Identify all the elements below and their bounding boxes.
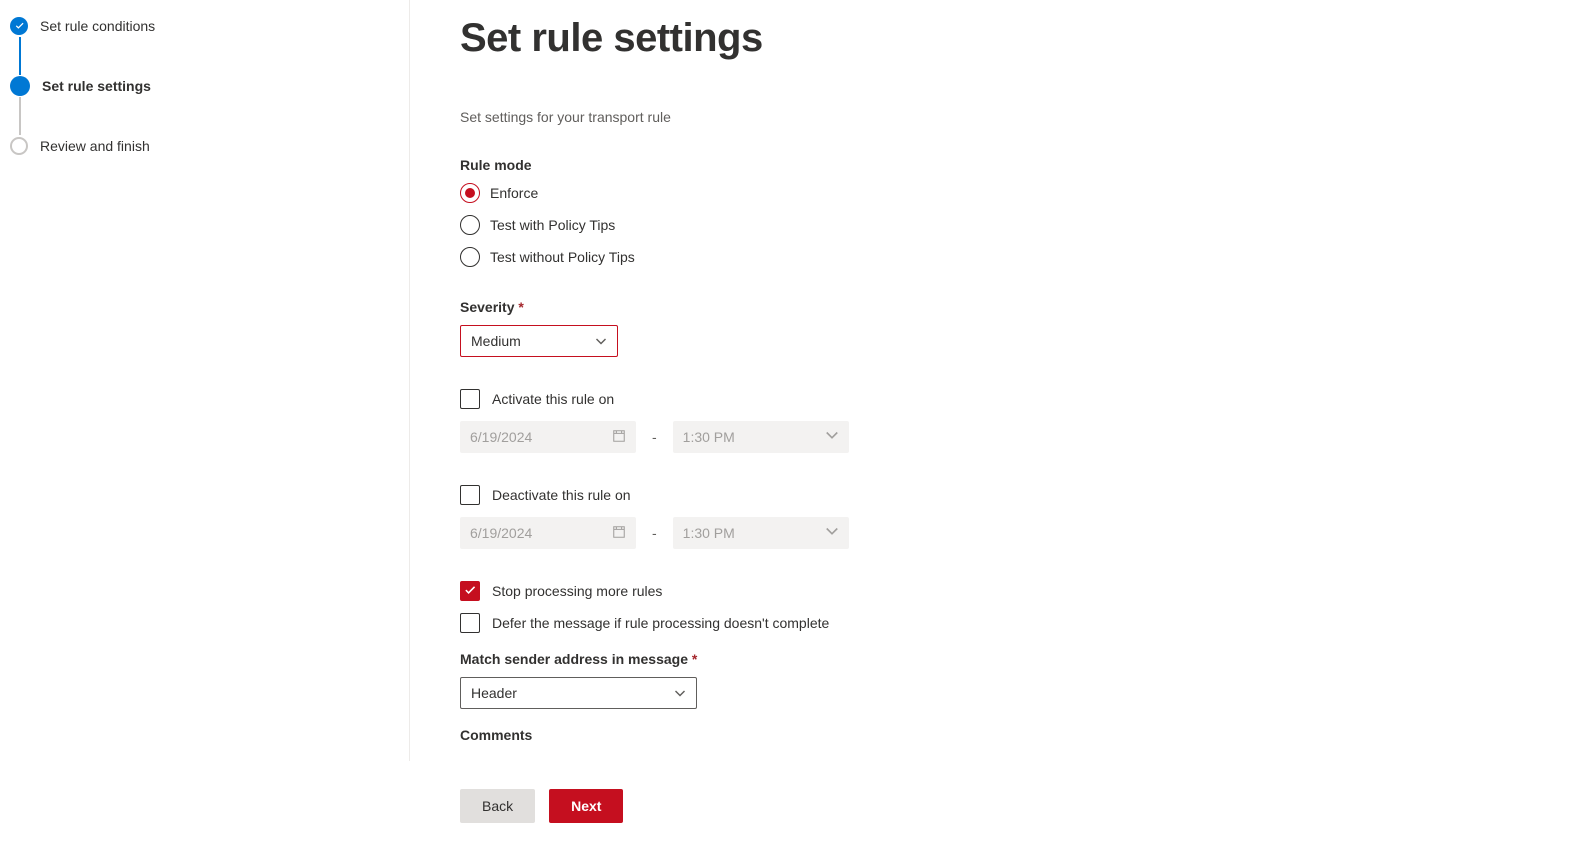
match-sender-select[interactable]: Header <box>460 677 697 709</box>
calendar-icon <box>612 525 626 542</box>
page-title: Set rule settings <box>460 16 1538 61</box>
step-label: Set rule settings <box>42 78 151 94</box>
chevron-down-icon <box>825 429 839 446</box>
processing-group: Stop processing more rules Defer the mes… <box>460 581 1538 633</box>
comments-group: Comments <box>460 727 1538 743</box>
activate-time-input[interactable]: 1:30 PM <box>673 421 849 453</box>
radio-enforce[interactable]: Enforce <box>460 183 1538 203</box>
current-step-marker <box>10 76 30 96</box>
chevron-down-icon <box>825 525 839 542</box>
comments-label: Comments <box>460 727 1538 743</box>
stop-processing-checkbox[interactable]: Stop processing more rules <box>460 581 1538 601</box>
step-review-and-finish[interactable]: Review and finish <box>10 130 409 162</box>
radio-test-without-tips[interactable]: Test without Policy Tips <box>460 247 1538 267</box>
radio-icon <box>460 247 480 267</box>
pending-step-marker <box>10 137 28 155</box>
checkbox-label: Defer the message if rule processing doe… <box>492 615 829 631</box>
step-label: Review and finish <box>40 138 150 154</box>
defer-message-checkbox[interactable]: Defer the message if rule processing doe… <box>460 613 1538 633</box>
deactivate-group: Deactivate this rule on 6/19/2024 - 1:30… <box>460 485 1538 549</box>
radio-icon <box>460 215 480 235</box>
match-sender-group: Match sender address in message * Header <box>460 651 1538 709</box>
select-value: Medium <box>471 333 521 349</box>
checkbox-checked-icon <box>460 581 480 601</box>
calendar-icon <box>612 429 626 446</box>
time-value: 1:30 PM <box>683 429 735 445</box>
rule-mode-label: Rule mode <box>460 157 1538 173</box>
activate-date-input[interactable]: 6/19/2024 <box>460 421 636 453</box>
date-value: 6/19/2024 <box>470 429 532 445</box>
step-label: Set rule conditions <box>40 18 155 34</box>
chevron-down-icon <box>595 335 607 347</box>
activate-checkbox[interactable]: Activate this rule on <box>460 389 1538 409</box>
radio-icon <box>460 183 480 203</box>
step-set-rule-settings[interactable]: Set rule settings <box>10 70 409 102</box>
deactivate-checkbox[interactable]: Deactivate this rule on <box>460 485 1538 505</box>
checkbox-icon <box>460 485 480 505</box>
severity-select[interactable]: Medium <box>460 325 618 357</box>
radio-test-with-tips[interactable]: Test with Policy Tips <box>460 215 1538 235</box>
select-value: Header <box>471 685 517 701</box>
wizard-steps-sidebar: Set rule conditions Set rule settings Re… <box>0 0 410 849</box>
chevron-down-icon <box>674 687 686 699</box>
radio-label: Test without Policy Tips <box>490 249 635 265</box>
rule-mode-group: Rule mode Enforce Test with Policy Tips … <box>460 157 1538 267</box>
checkbox-label: Deactivate this rule on <box>492 487 631 503</box>
checkbox-label: Activate this rule on <box>492 391 614 407</box>
severity-group: Severity * Medium <box>460 299 1538 357</box>
deactivate-time-input[interactable]: 1:30 PM <box>673 517 849 549</box>
checkbox-icon <box>460 389 480 409</box>
date-time-separator: - <box>652 429 657 445</box>
radio-label: Test with Policy Tips <box>490 217 615 233</box>
date-value: 6/19/2024 <box>470 525 532 541</box>
checkbox-icon <box>460 613 480 633</box>
step-set-rule-conditions[interactable]: Set rule conditions <box>10 10 409 42</box>
next-button[interactable]: Next <box>549 789 623 823</box>
match-sender-label: Match sender address in message * <box>460 651 1538 667</box>
deactivate-date-input[interactable]: 6/19/2024 <box>460 517 636 549</box>
back-button[interactable]: Back <box>460 789 535 823</box>
wizard-footer: Back Next <box>0 761 1588 849</box>
checkbox-label: Stop processing more rules <box>492 583 662 599</box>
date-time-separator: - <box>652 525 657 541</box>
required-asterisk: * <box>518 299 523 315</box>
required-asterisk: * <box>692 651 697 667</box>
time-value: 1:30 PM <box>683 525 735 541</box>
page-subtitle: Set settings for your transport rule <box>460 109 1538 125</box>
checkmark-icon <box>10 17 28 35</box>
activate-group: Activate this rule on 6/19/2024 - 1:30 P… <box>460 389 1538 453</box>
severity-label: Severity * <box>460 299 1538 315</box>
radio-label: Enforce <box>490 185 538 201</box>
main-content: Set rule settings Set settings for your … <box>410 0 1588 761</box>
